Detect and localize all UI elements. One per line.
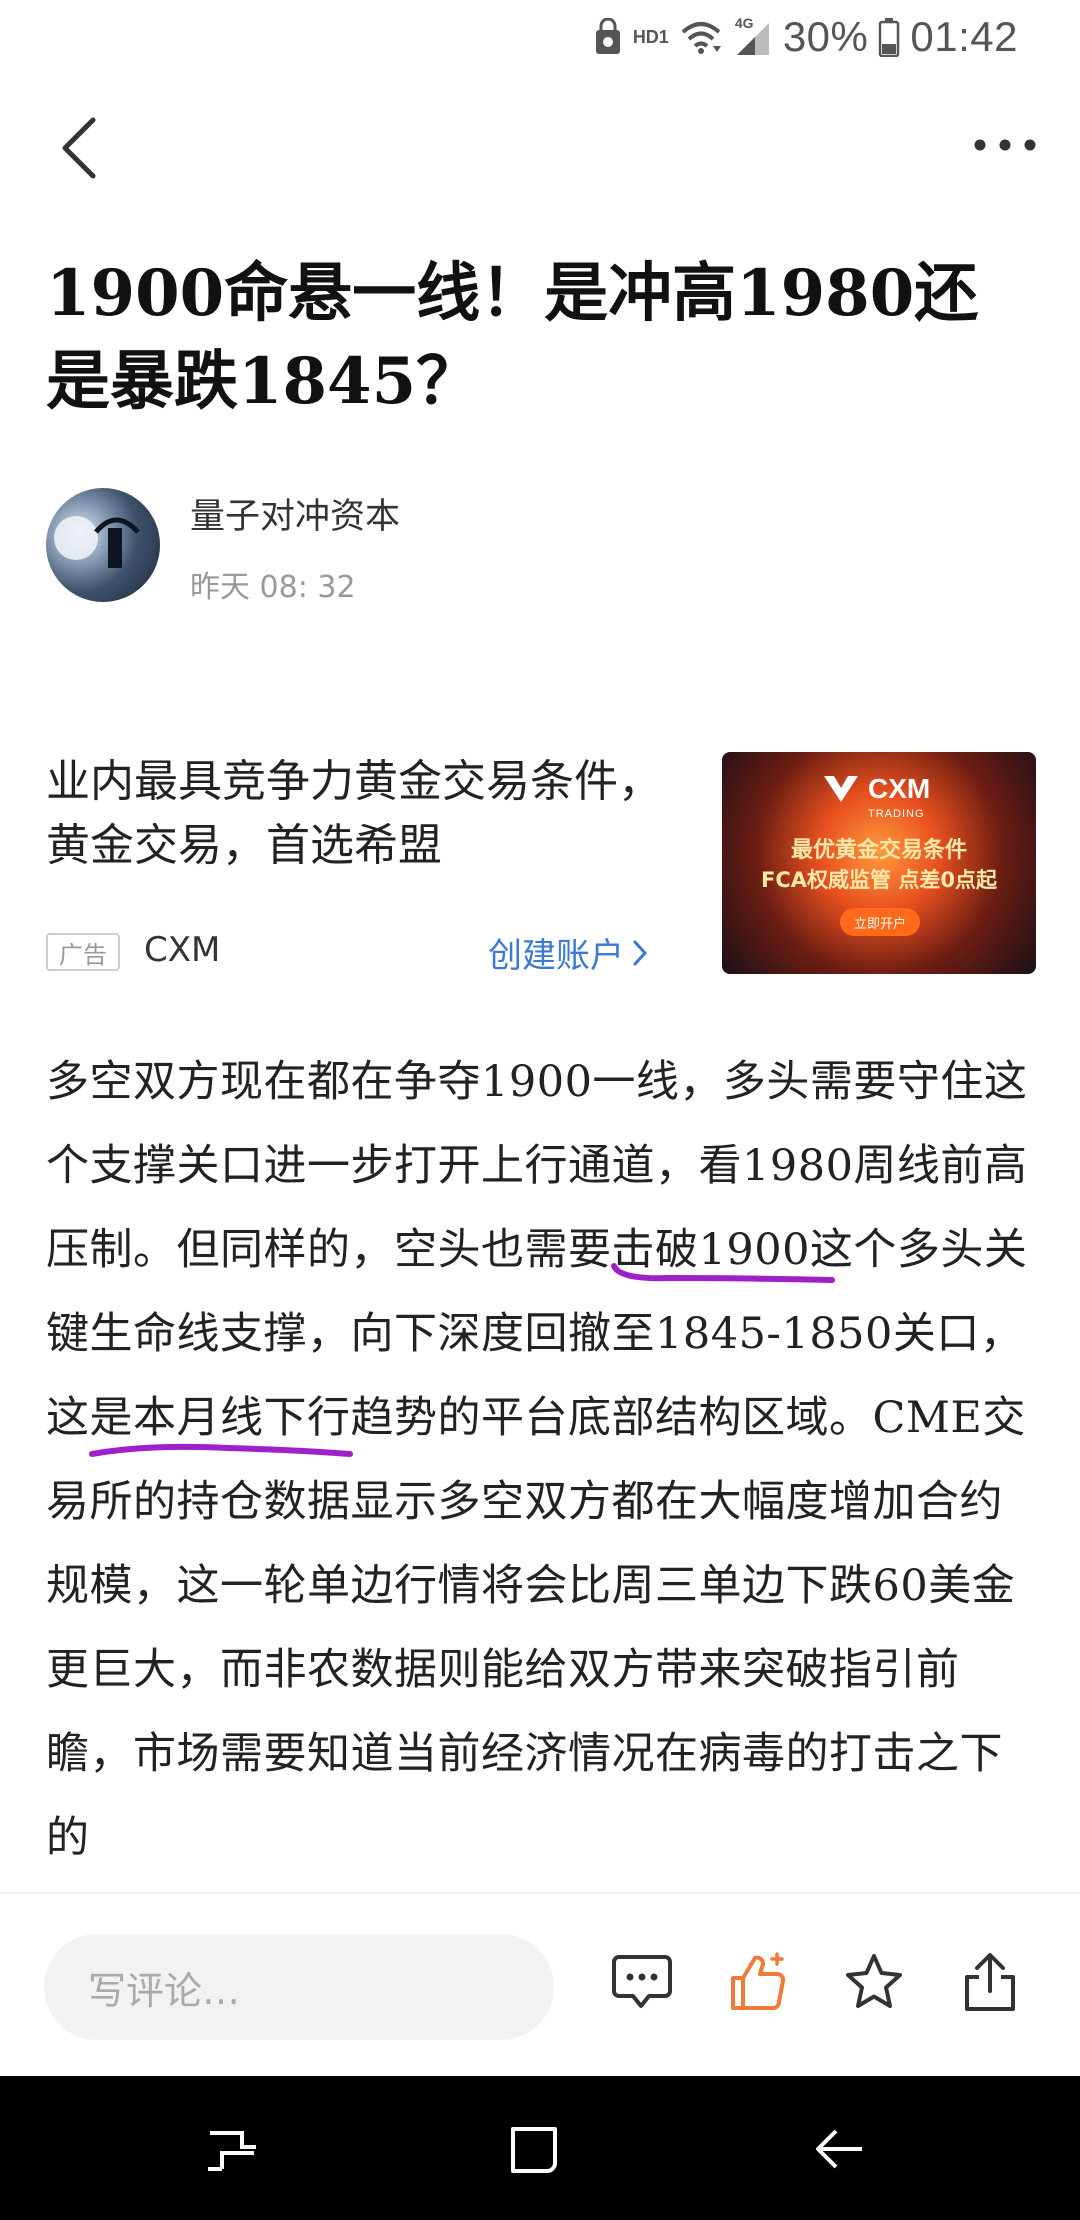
ad-tag: 广告 (46, 933, 120, 971)
clock: 01:42 (910, 13, 1018, 60)
ad-logo-text: CXM (868, 773, 931, 804)
ad-brand: CXM (144, 930, 221, 970)
publish-time: 昨天 08: 32 (190, 570, 356, 605)
avatar[interactable] (46, 488, 160, 602)
action-bar: 写评论… (0, 1894, 1080, 2076)
back-nav-button[interactable] (798, 2112, 878, 2188)
recents-button[interactable] (192, 2112, 272, 2188)
battery-percent: 30% (782, 13, 869, 60)
share-icon (965, 1953, 1015, 2011)
chevron-left-icon (62, 117, 96, 179)
comment-button[interactable] (602, 1942, 682, 2022)
avatar-image (54, 516, 140, 568)
recycle-lock-icon (595, 18, 620, 54)
ad-line-1: 最优黄金交易条件 (790, 838, 967, 863)
back-nav-icon (816, 2129, 862, 2169)
like-icon (731, 1952, 786, 2010)
more-button[interactable] (960, 110, 1050, 180)
underline-annotation (89, 1443, 353, 1457)
recents-icon (208, 2131, 256, 2171)
underline-annotation (611, 1263, 835, 1283)
ad-headline[interactable]: 业内最具竞争力黄金交易条件，黄金交易，首选希盟 (46, 750, 666, 878)
back-button[interactable] (44, 108, 114, 188)
cxm-logo-icon (824, 776, 858, 802)
more-horizontal-icon (974, 139, 1036, 151)
author-block[interactable]: 量子对冲资本 昨天 08: 32 (46, 488, 946, 608)
article-title: 1900命悬一线！是冲高1980还是暴跌1845？ (46, 256, 979, 419)
home-button[interactable] (494, 2112, 574, 2188)
chevron-right-icon (633, 940, 648, 965)
create-account-link[interactable]: 创建账户 (488, 928, 648, 977)
ad-block[interactable]: 业内最具竞争力黄金交易条件，黄金交易，首选希盟 广告 CXM 创建账户 CXM … (46, 750, 1036, 977)
ad-logo-sub: TRADING (868, 808, 925, 820)
home-icon (511, 2127, 557, 2173)
share-button[interactable] (950, 1942, 1030, 2022)
hd-label: HD1 (632, 26, 669, 47)
favorite-star-icon (846, 1954, 902, 2008)
ad-image[interactable]: CXM TRADING 最优黄金交易条件 FCA权威监管 点差0点起 立即开户 (722, 752, 1036, 974)
ad-logo: CXM (822, 772, 930, 806)
create-account-label: 创建账户 (488, 936, 624, 976)
favorite-button[interactable] (834, 1942, 914, 2022)
network-label: 4G (734, 15, 754, 31)
signal-icon: 4G (733, 15, 773, 57)
ad-open-account-button[interactable]: 立即开户 (840, 908, 920, 936)
like-button[interactable] (718, 1942, 798, 2022)
comment-placeholder: 写评论… (88, 1968, 241, 2013)
top-nav (0, 90, 1080, 200)
status-bar: HD1 4G 30% 01:42 (0, 0, 1080, 74)
comment-icon (612, 1955, 672, 2008)
comment-input[interactable]: 写评论… (44, 1934, 554, 2040)
wifi-icon (681, 22, 721, 54)
system-nav-bar (0, 2076, 1080, 2220)
battery-icon (879, 18, 900, 57)
status-icons: HD1 4G 30% 01:42 (593, 12, 1018, 62)
ad-line-2: FCA权威监管 点差0点起 (761, 868, 997, 892)
author-name[interactable]: 量子对冲资本 (190, 488, 400, 539)
